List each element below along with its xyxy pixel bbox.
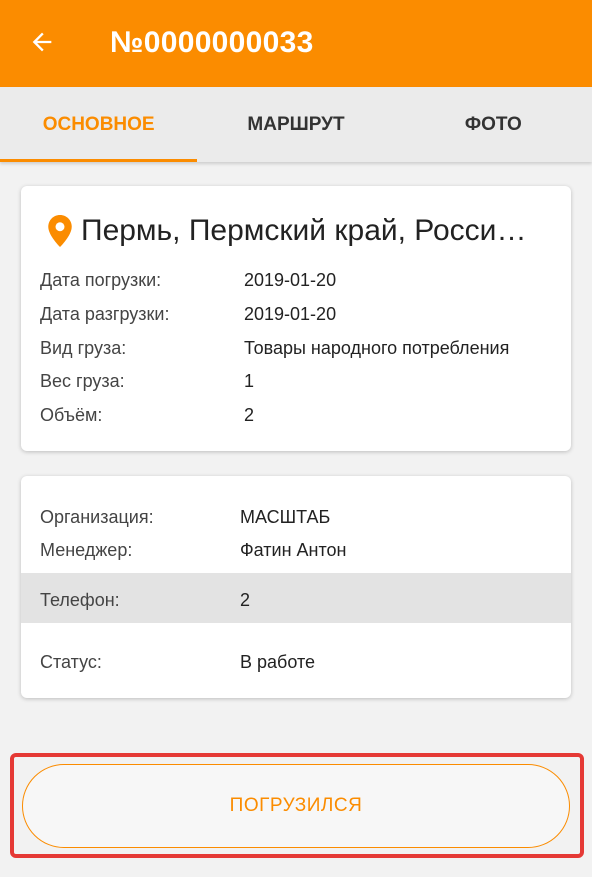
cargo-weight-row: Вес груза: 1 xyxy=(40,368,552,394)
arrow-left-icon xyxy=(32,32,52,52)
cargo-type-label: Вид груза: xyxy=(40,337,127,358)
app-bar: №0000000033 xyxy=(0,0,592,87)
loaded-button[interactable]: ПОГРУЗИЛСЯ xyxy=(22,764,570,848)
status-value: В работе xyxy=(240,651,316,672)
phone-row[interactable]: Телефон: 2 xyxy=(40,587,552,613)
location-text: Пермь, Пермский край, Росси… xyxy=(81,214,527,247)
manager-value: Фатин Антон xyxy=(240,539,347,560)
page-title: №0000000033 xyxy=(110,26,314,59)
cargo-weight-value: 1 xyxy=(244,370,255,391)
map-pin-icon xyxy=(48,215,72,247)
unload-date-value: 2019-01-20 xyxy=(244,303,337,324)
tab-route[interactable]: МАРШРУТ xyxy=(197,87,394,162)
organization-row: Организация: МАСШТАБ xyxy=(40,504,552,530)
organization-value: МАСШТАБ xyxy=(240,506,331,527)
load-date-row: Дата погрузки: 2019-01-20 xyxy=(40,267,552,293)
cargo-weight-label: Вес груза: xyxy=(40,370,125,391)
load-date-value: 2019-01-20 xyxy=(244,269,337,290)
cargo-volume-label: Объём: xyxy=(40,404,103,425)
manager-label: Менеджер: xyxy=(40,539,133,560)
back-button[interactable] xyxy=(22,22,62,62)
cargo-volume-value: 2 xyxy=(244,404,255,425)
tab-photo[interactable]: ФОТО xyxy=(395,87,592,162)
phone-label: Телефон: xyxy=(40,589,120,610)
unload-date-row: Дата разгрузки: 2019-01-20 xyxy=(40,301,552,327)
location-header: Пермь, Пермский край, Росси… xyxy=(47,214,526,248)
cargo-volume-row: Объём: 2 xyxy=(40,402,552,428)
unload-date-label: Дата разгрузки: xyxy=(40,303,170,324)
status-label: Статус: xyxy=(40,651,102,672)
organization-label: Организация: xyxy=(40,506,154,527)
phone-value[interactable]: 2 xyxy=(240,590,250,611)
cargo-card: Пермь, Пермский край, Росси… Дата погруз… xyxy=(21,186,571,451)
cargo-type-value: Товары народного потребления xyxy=(244,337,510,358)
manager-row: Менеджер: Фатин Антон xyxy=(40,537,552,563)
cargo-type-row: Вид груза: Товары народного потребления xyxy=(40,335,552,361)
status-row: Статус: В работе xyxy=(40,649,552,675)
tab-main[interactable]: ОСНОВНОЕ xyxy=(0,87,198,162)
tab-bar: ОСНОВНОЕ МАРШРУТ ФОТО xyxy=(0,87,592,162)
contact-card: Организация: МАСШТАБ Менеджер: Фатин Ант… xyxy=(21,476,571,698)
load-date-label: Дата погрузки: xyxy=(40,269,162,290)
